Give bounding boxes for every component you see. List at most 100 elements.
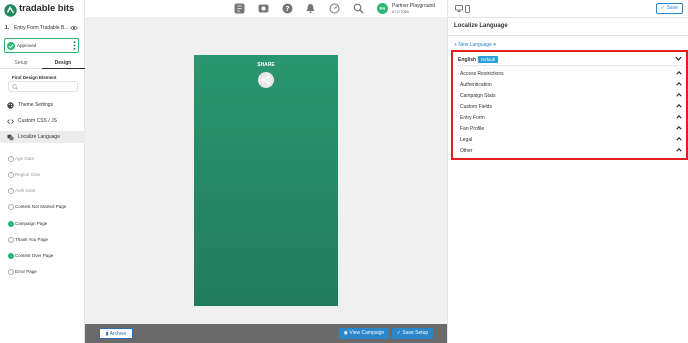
- save-button-label: Save: [666, 5, 678, 11]
- chevron-up-icon: [676, 93, 682, 97]
- category-label: Legal: [460, 137, 473, 143]
- page-item-auth-gate[interactable]: Auth Gate: [0, 185, 85, 197]
- palette-icon: [7, 102, 14, 109]
- find-design-element-input[interactable]: [8, 81, 78, 92]
- view-campaign-label: View Campaign: [349, 330, 385, 336]
- page-label: Region Gate: [15, 172, 41, 177]
- preview-canvas: SHARE: [85, 17, 447, 324]
- page-status-dot: [8, 269, 14, 275]
- page-label: Contest Over Page: [15, 253, 54, 258]
- entry-title[interactable]: Entry Form Tradable B...: [14, 25, 68, 31]
- dashboard-gauge-icon[interactable]: [329, 3, 340, 14]
- check-circle-icon: [7, 42, 15, 50]
- page-status-dot: [8, 253, 14, 259]
- save-setup-label: Save Setup: [402, 330, 429, 336]
- category-access-restrictions[interactable]: Access Restrictions: [460, 68, 684, 79]
- chevron-up-icon: [676, 82, 682, 86]
- tab-design[interactable]: Design: [42, 60, 84, 66]
- page-label: Contest Not Started Page: [15, 204, 67, 209]
- bottom-action-bar: ▮ Archive ◉ View Campaign ✓ Save Setup: [85, 324, 447, 343]
- category-legal[interactable]: Legal: [460, 134, 684, 145]
- page-item-region-gate[interactable]: Region Gate: [0, 169, 85, 181]
- panel-title: Localize Language: [454, 23, 508, 29]
- language-name[interactable]: English: [458, 57, 476, 63]
- chevron-up-icon: [676, 137, 682, 141]
- category-authentication[interactable]: Authentication: [460, 79, 684, 90]
- category-label: Custom Fields: [460, 104, 492, 110]
- language-group: English Default Access Restrictions Auth…: [451, 50, 688, 160]
- new-language-label: New Language: [458, 42, 492, 48]
- chevron-down-icon: ▾: [491, 42, 496, 48]
- language-icon: [7, 134, 14, 141]
- document-icon[interactable]: [234, 3, 245, 14]
- chevron-up-icon: [676, 126, 682, 130]
- sidebar-item-label: Custom CSS / JS: [18, 118, 57, 124]
- tab-setup[interactable]: Setup: [0, 60, 42, 66]
- sidebar-item-theme-settings[interactable]: Theme Settings: [0, 99, 85, 111]
- avatar[interactable]: PA: [377, 3, 388, 14]
- page-label: Campaign Page: [15, 221, 48, 226]
- page-label: Auth Gate: [15, 188, 36, 193]
- view-campaign-button[interactable]: ◉ View Campaign: [339, 328, 389, 339]
- chevron-up-icon: [676, 104, 682, 108]
- account-name[interactable]: Partner Playground: [392, 3, 435, 9]
- new-language-button[interactable]: + New Language ▾: [454, 42, 496, 48]
- mobile-view-icon[interactable]: [465, 5, 470, 13]
- page-item-thank-you[interactable]: Thank You Page: [0, 234, 85, 246]
- campaign-preview[interactable]: SHARE: [194, 55, 338, 306]
- code-icon: [7, 119, 14, 124]
- page-item-contest-not-started[interactable]: Contest Not Started Page: [0, 201, 85, 213]
- default-badge: Default: [478, 56, 499, 63]
- save-button[interactable]: ✓ Save: [656, 3, 683, 14]
- find-design-element-label: Find Design Element: [12, 75, 57, 80]
- language-divider: [457, 65, 684, 66]
- share-icon[interactable]: [258, 72, 274, 88]
- step-number: 1.: [5, 25, 10, 31]
- chevron-up-icon: [676, 148, 682, 152]
- search-icon[interactable]: [353, 3, 364, 14]
- page-label: Error Page: [15, 269, 37, 274]
- page-item-campaign-page[interactable]: Campaign Page: [0, 218, 85, 230]
- category-entry-form[interactable]: Entry Form: [460, 112, 684, 123]
- bell-icon[interactable]: [305, 3, 316, 14]
- sidebar-item-custom-css-js[interactable]: Custom CSS / JS: [0, 115, 85, 127]
- page-status-dot: [8, 237, 14, 243]
- top-toolbar: ? PA Partner Playground #7177060: [85, 0, 447, 17]
- status-card[interactable]: Approved: [4, 38, 79, 53]
- category-label: Other: [460, 148, 473, 154]
- category-custom-fields[interactable]: Custom Fields: [460, 101, 684, 112]
- eye-icon[interactable]: [70, 25, 78, 31]
- page-status-dot: [8, 188, 14, 194]
- category-label: Entry Form: [460, 115, 485, 121]
- page-status-dot: [8, 156, 14, 162]
- panel-divider: [448, 17, 688, 18]
- archive-button-label: Archive: [109, 331, 127, 337]
- chevron-up-icon: [676, 115, 682, 119]
- save-setup-button[interactable]: ✓ Save Setup: [392, 328, 433, 339]
- category-label: Fan Profile: [460, 126, 485, 132]
- category-label: Campaign Stats: [460, 93, 496, 99]
- media-icon[interactable]: [258, 3, 269, 14]
- page-label: Age Gate: [15, 156, 35, 161]
- archive-button[interactable]: ▮ Archive: [99, 328, 133, 339]
- category-fan-profile[interactable]: Fan Profile: [460, 123, 684, 134]
- category-other[interactable]: Other: [460, 145, 684, 156]
- sidebar-item-localize-language[interactable]: Localize Language: [0, 131, 85, 143]
- category-campaign-stats[interactable]: Campaign Stats: [460, 90, 684, 101]
- page-item-error-page[interactable]: Error Page: [0, 266, 85, 278]
- page-label: Thank You Page: [15, 237, 49, 242]
- help-icon[interactable]: ?: [282, 3, 293, 14]
- page-item-age-gate[interactable]: Age Gate: [0, 153, 85, 165]
- kebab-menu-icon[interactable]: [73, 41, 76, 50]
- page-status-dot: [8, 172, 14, 178]
- tradable-bits-logo-icon: [4, 4, 17, 17]
- sidebar-item-label: Localize Language: [18, 134, 60, 140]
- desktop-view-icon[interactable]: [455, 5, 463, 12]
- status-label: Approved: [17, 43, 37, 48]
- chevron-down-icon[interactable]: [675, 56, 682, 61]
- active-tab-indicator: [42, 68, 85, 69]
- chevron-up-icon: [676, 71, 682, 75]
- properties-panel: ✓ Save Localize Language + New Language …: [447, 0, 688, 343]
- page-item-contest-over[interactable]: Contest Over Page: [0, 250, 85, 262]
- category-label: Authentication: [460, 82, 492, 88]
